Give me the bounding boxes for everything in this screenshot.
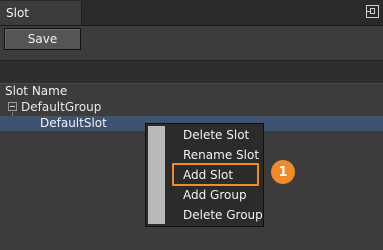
column-header-slot-name: Slot Name bbox=[5, 84, 68, 98]
menu-icon-gutter bbox=[148, 126, 165, 224]
filter-strip bbox=[0, 60, 383, 84]
tab-slot-manager[interactable]: Slot Manager bbox=[0, 1, 82, 44]
slot-label: DefaultSlot bbox=[40, 116, 107, 130]
menu-item-add-group[interactable]: Add Group bbox=[183, 186, 247, 204]
tree-node-default-group[interactable]: DefaultGroup bbox=[8, 99, 101, 114]
step-callout-badge: 1 bbox=[271, 160, 295, 184]
menu-item-delete-group[interactable]: Delete Group bbox=[183, 206, 263, 224]
save-button[interactable]: Save bbox=[4, 28, 81, 50]
group-label: DefaultGroup bbox=[21, 99, 102, 114]
title-bar: Slot Manager bbox=[0, 0, 383, 44]
pin-icon[interactable] bbox=[366, 5, 379, 18]
menu-item-rename-slot[interactable]: Rename Slot bbox=[183, 146, 259, 164]
collapse-minus-icon[interactable] bbox=[8, 102, 17, 111]
highlight-box-add-slot bbox=[172, 163, 259, 186]
menu-item-delete-slot[interactable]: Delete Slot bbox=[183, 126, 249, 144]
